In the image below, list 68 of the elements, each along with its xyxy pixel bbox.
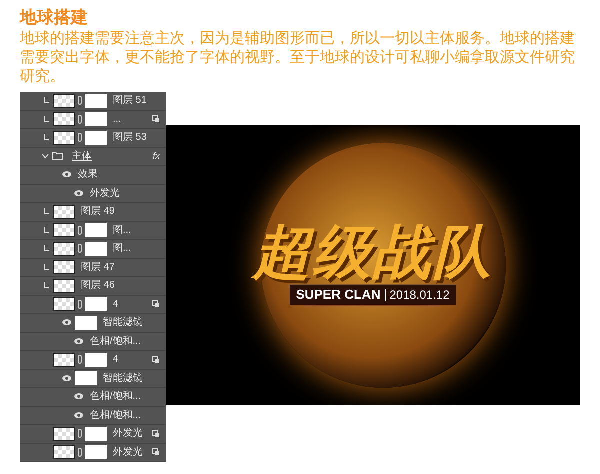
effect-name: 外发光	[90, 186, 120, 201]
filter-name: 智能滤镜	[103, 316, 143, 330]
layer-thumbnail	[53, 426, 75, 441]
layer-name: 图层 53	[113, 131, 147, 146]
filter-thumbnail	[75, 316, 97, 330]
effect-name: 色相/饱和...	[90, 334, 142, 349]
layer-name: 4	[113, 353, 119, 368]
filter-thumbnail	[75, 371, 97, 386]
effect-name: 效果	[78, 168, 98, 182]
eye-icon[interactable]	[62, 171, 72, 178]
artwork-subtitle: SUPER CLAN	[296, 286, 381, 304]
layer-thumbnail	[53, 223, 75, 238]
effect-row[interactable]: 色相/饱和...	[20, 332, 166, 351]
layer-row[interactable]: 图层 53	[20, 129, 166, 148]
chevron-icon[interactable]	[42, 154, 49, 159]
layer-name: 图层 51	[113, 94, 147, 108]
eye-icon[interactable]	[62, 319, 72, 326]
eye-icon[interactable]	[62, 374, 72, 382]
layer-thumbnail	[53, 445, 75, 460]
smart-filter-row[interactable]: 智能滤镜	[20, 314, 166, 332]
layer-name: 图...	[113, 224, 132, 238]
layer-name: 图层 47	[81, 260, 115, 275]
layer-row[interactable]: 图层 47	[20, 258, 166, 277]
effect-row[interactable]: 色相/饱和...	[20, 388, 166, 406]
smart-filter-row[interactable]: 智能滤镜	[20, 370, 166, 388]
layer-row[interactable]: 图...	[20, 222, 166, 240]
effect-row[interactable]: 色相/饱和...	[20, 406, 166, 425]
layer-row[interactable]: 外发光	[20, 425, 166, 444]
fx-label: fx	[152, 150, 160, 162]
layer-row[interactable]: ...	[20, 110, 166, 129]
eye-icon[interactable]	[74, 412, 84, 419]
layer-thumbnail	[53, 112, 75, 126]
layer-name: ...	[113, 112, 122, 127]
group-row[interactable]: 主体 fx	[20, 148, 166, 166]
layer-row[interactable]: 4	[20, 296, 166, 314]
layer-name: 图层 49	[81, 205, 115, 220]
layer-thumbnail	[53, 352, 75, 367]
group-name: 主体	[72, 150, 92, 164]
layer-thumbnail	[53, 260, 75, 274]
layer-row[interactable]: 4	[20, 351, 166, 370]
layer-row[interactable]: 图层 46	[20, 277, 166, 296]
layer-thumbnail	[53, 242, 75, 256]
effect-row[interactable]: 外发光	[20, 184, 166, 203]
folder-icon	[52, 152, 63, 160]
paragraph: 地球的搭建需要注意主次，因为是辅助图形而已，所以一切以主体服务。地球的搭建需要突出字体，更不能抢了字体的视野。至于地球的设计可私聊小编拿取源文件研究研究。	[20, 29, 576, 86]
layer-thumbnail	[53, 130, 75, 145]
layer-row[interactable]: 图层 51	[20, 92, 166, 110]
layer-name: 图层 46	[81, 279, 115, 294]
layer-row[interactable]: 外发光	[20, 444, 166, 462]
layer-name: 外发光	[113, 446, 143, 460]
layer-thumbnail	[53, 297, 75, 312]
layer-thumbnail	[53, 204, 75, 219]
filter-name: 智能滤镜	[103, 372, 143, 386]
effect-name: 色相/饱和...	[90, 390, 142, 404]
effect-name: 色相/饱和...	[90, 408, 142, 423]
layer-row[interactable]: 图...	[20, 240, 166, 258]
eye-icon[interactable]	[74, 338, 84, 345]
eye-icon[interactable]	[74, 190, 84, 197]
effect-row[interactable]: 效果	[20, 166, 166, 184]
section-heading: 地球搭建	[20, 7, 89, 29]
layer-thumbnail	[53, 278, 75, 293]
artwork-date: 2018.01.12	[390, 287, 450, 304]
eye-icon[interactable]	[74, 393, 84, 400]
layer-row[interactable]: 图层 49	[20, 203, 166, 222]
layer-name: 外发光	[113, 426, 143, 442]
layer-thumbnail	[53, 94, 75, 108]
layer-name: 4	[113, 298, 119, 312]
layer-name: 图...	[113, 242, 132, 256]
